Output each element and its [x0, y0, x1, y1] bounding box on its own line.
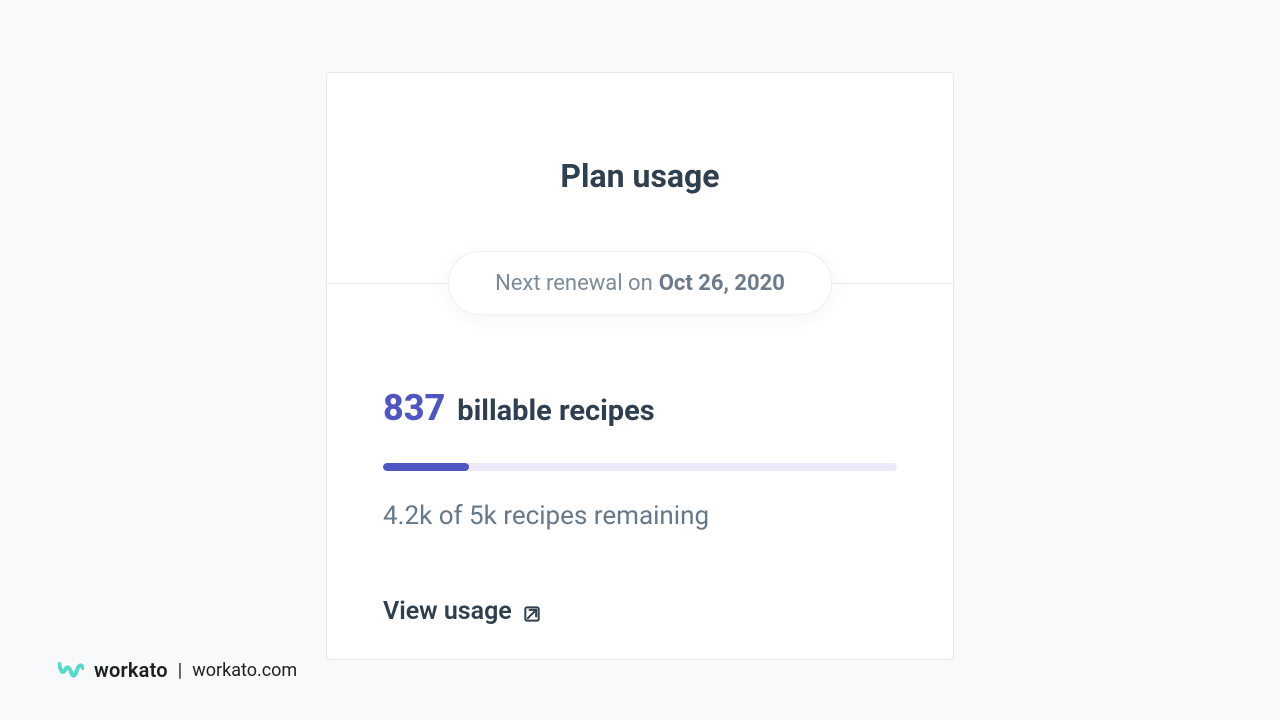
usage-progress-bar — [383, 463, 897, 471]
usage-progress-fill — [383, 463, 469, 471]
workato-logo-icon — [58, 660, 84, 680]
remaining-text: 4.2k of 5k recipes remaining — [383, 501, 897, 531]
view-usage-link[interactable]: View usage — [383, 597, 542, 626]
plan-usage-card: Plan usage Next renewal on Oct 26, 2020 … — [326, 72, 954, 660]
footer-separator: | — [178, 660, 182, 681]
footer-branding: workato | workato.com — [58, 658, 297, 682]
card-title: Plan usage — [327, 157, 953, 195]
external-link-icon — [522, 602, 542, 622]
renewal-prefix: Next renewal on — [495, 271, 653, 296]
usage-label: billable recipes — [457, 394, 654, 428]
renewal-pill: Next renewal on Oct 26, 2020 — [448, 251, 832, 315]
view-usage-label: View usage — [383, 597, 512, 626]
usage-count: 837 — [383, 387, 445, 429]
renewal-date: Oct 26, 2020 — [659, 271, 785, 296]
usage-headline: 837 billable recipes — [383, 387, 897, 429]
renewal-row: Next renewal on Oct 26, 2020 — [327, 251, 953, 315]
usage-block: 837 billable recipes 4.2k of 5k recipes … — [383, 387, 897, 626]
brand-domain: workato.com — [192, 660, 297, 681]
brand-name: workato — [94, 658, 168, 682]
